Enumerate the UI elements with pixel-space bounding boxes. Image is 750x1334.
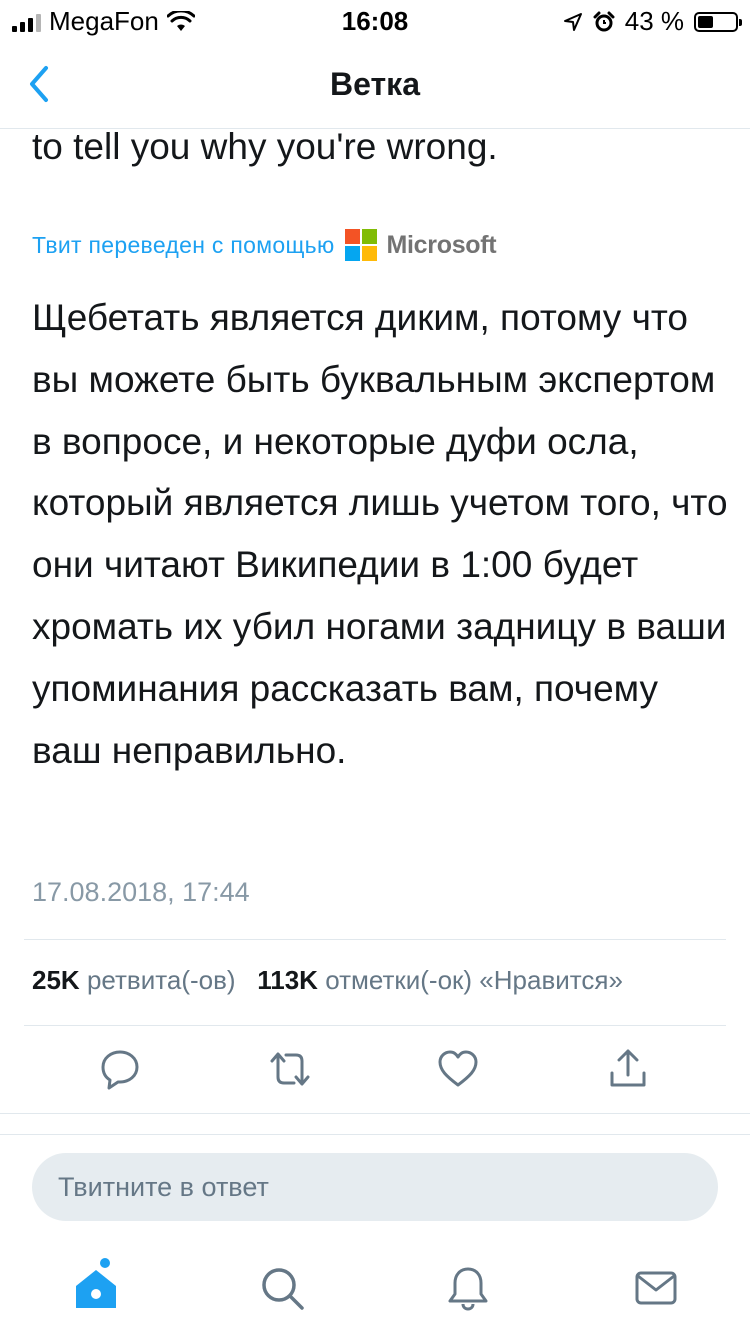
alarm-icon	[593, 11, 615, 31]
page-title: Ветка	[330, 66, 420, 102]
tweet-translated-text: Щебетать является диким, потому что вы м…	[32, 297, 728, 771]
home-icon	[76, 1270, 116, 1308]
tweet-stats: 25K ретвита(-ов) 113K отметки(-ок) «Нрав…	[32, 965, 623, 996]
search-icon	[262, 1268, 304, 1310]
divider	[24, 939, 726, 940]
battery-percent: 43 %	[624, 6, 684, 36]
microsoft-logo-icon	[344, 229, 377, 261]
tweet-timestamp: 17.08.2018, 17:44	[32, 877, 250, 907]
share-button[interactable]	[606, 1047, 650, 1091]
retweet-icon	[270, 1052, 310, 1086]
status-bar: MegaFon 16:08 43 %	[0, 0, 750, 40]
like-button[interactable]	[436, 1047, 480, 1091]
tab-messages[interactable]	[632, 1264, 680, 1312]
reply-button[interactable]	[98, 1047, 142, 1091]
status-right: 43 %	[563, 6, 742, 37]
reply-icon	[101, 1050, 139, 1090]
tweet-detail: their slow-footed ass into your mentions…	[0, 129, 750, 1129]
translated-by-label: Твит переведен с помощью	[32, 231, 335, 258]
tab-home[interactable]	[72, 1258, 120, 1312]
notifications-icon	[448, 1267, 488, 1311]
new-content-dot	[100, 1258, 110, 1268]
tab-bar	[0, 1240, 750, 1334]
nav-bar: Ветка	[0, 40, 750, 129]
likes-count[interactable]: 113K	[257, 965, 318, 995]
heart-icon	[438, 1050, 478, 1087]
divider	[0, 1113, 750, 1114]
retweets-count[interactable]: 25K	[32, 965, 80, 995]
screen: MegaFon 16:08 43 % Ветка to tell you why…	[0, 0, 750, 1334]
translator-name: Microsoft	[386, 230, 497, 259]
battery-icon	[694, 11, 742, 32]
location-arrow-icon	[563, 12, 582, 31]
reply-input[interactable]: Твитните в ответ	[32, 1153, 718, 1221]
divider	[24, 1025, 726, 1026]
translation-attribution: Твит переведен с помощью Microsoft	[32, 229, 497, 261]
tweet-actions	[0, 1047, 750, 1107]
tab-search[interactable]	[258, 1264, 306, 1312]
likes-label[interactable]: отметки(-ок) «Нравится»	[325, 965, 623, 995]
share-icon	[610, 1049, 646, 1087]
retweets-label[interactable]: ретвита(-ов)	[87, 965, 236, 995]
reply-bar: Твитните в ответ	[0, 1134, 750, 1225]
messages-icon	[635, 1271, 677, 1305]
tweet-original-text: their slow-footed ass into your mentions…	[32, 129, 498, 167]
battery-level	[698, 15, 714, 28]
retweet-button[interactable]	[266, 1047, 310, 1091]
tab-notifications[interactable]	[444, 1264, 492, 1312]
